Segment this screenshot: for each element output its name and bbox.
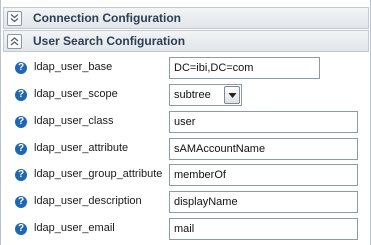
help-icon[interactable]: ? bbox=[15, 196, 27, 208]
field-label: ldap_user_attribute bbox=[34, 142, 129, 154]
field-row-ldap-user-email: ? ldap_user_email bbox=[1, 218, 371, 242]
chevron-down-icon[interactable] bbox=[224, 86, 240, 104]
ldap-user-email-input[interactable] bbox=[169, 218, 358, 240]
chevron-double-down-icon[interactable] bbox=[7, 10, 22, 26]
field-row-ldap-user-class: ? ldap_user_class bbox=[1, 111, 371, 135]
connection-configuration-header[interactable]: Connection Configuration bbox=[3, 7, 369, 29]
field-label: ldap_user_scope bbox=[34, 88, 118, 100]
ldap-user-scope-select[interactable]: subtree bbox=[169, 84, 242, 106]
help-icon[interactable]: ? bbox=[15, 223, 27, 235]
field-row-ldap-user-group-attribute: ? ldap_user_group_attribute bbox=[1, 164, 371, 188]
ldap-user-group-attribute-input[interactable] bbox=[169, 164, 358, 186]
field-label: ldap_user_base bbox=[34, 61, 113, 73]
ldap-configuration-panel: Connection Configuration User Search Con… bbox=[0, 0, 371, 245]
help-icon[interactable]: ? bbox=[15, 116, 27, 128]
ldap-user-base-input[interactable] bbox=[169, 57, 320, 79]
field-label: ldap_user_email bbox=[34, 222, 115, 234]
field-label: ldap_user_group_attribute bbox=[34, 168, 163, 180]
field-label: ldap_user_class bbox=[34, 115, 114, 127]
select-value: subtree bbox=[174, 89, 211, 101]
field-row-ldap-user-scope: ? ldap_user_scope subtree bbox=[1, 84, 371, 108]
field-label: ldap_user_description bbox=[34, 195, 142, 207]
field-row-ldap-user-description: ? ldap_user_description bbox=[1, 191, 371, 215]
chevron-double-up-icon[interactable] bbox=[7, 33, 22, 49]
help-icon[interactable]: ? bbox=[15, 62, 27, 74]
user-search-configuration-header[interactable]: User Search Configuration bbox=[3, 30, 369, 52]
section-title: Connection Configuration bbox=[33, 11, 181, 25]
help-icon[interactable]: ? bbox=[15, 89, 27, 101]
section-title: User Search Configuration bbox=[33, 34, 186, 48]
help-icon[interactable]: ? bbox=[15, 169, 27, 181]
field-row-ldap-user-base: ? ldap_user_base bbox=[1, 57, 371, 81]
help-icon[interactable]: ? bbox=[15, 143, 27, 155]
ldap-user-class-input[interactable] bbox=[169, 111, 358, 133]
field-row-ldap-user-attribute: ? ldap_user_attribute bbox=[1, 138, 371, 162]
ldap-user-attribute-input[interactable] bbox=[169, 138, 358, 160]
ldap-user-description-input[interactable] bbox=[169, 191, 358, 213]
